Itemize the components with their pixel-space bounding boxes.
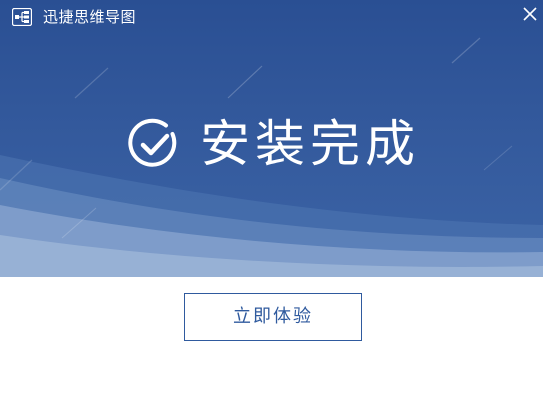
mindmap-logo-icon xyxy=(12,8,32,26)
window-title: 迅捷思维导图 xyxy=(43,8,137,26)
title-bar: 迅捷思维导图 xyxy=(0,0,543,34)
installer-window: 迅捷思维导图 安装完成 立即体验 xyxy=(0,0,543,404)
try-now-button[interactable]: 立即体验 xyxy=(184,293,362,341)
hero-banner: 迅捷思维导图 安装完成 xyxy=(0,0,543,277)
install-status: 安装完成 xyxy=(128,112,420,176)
check-circle-icon xyxy=(128,118,177,167)
close-icon[interactable] xyxy=(520,4,540,24)
status-title: 安装完成 xyxy=(200,115,420,173)
